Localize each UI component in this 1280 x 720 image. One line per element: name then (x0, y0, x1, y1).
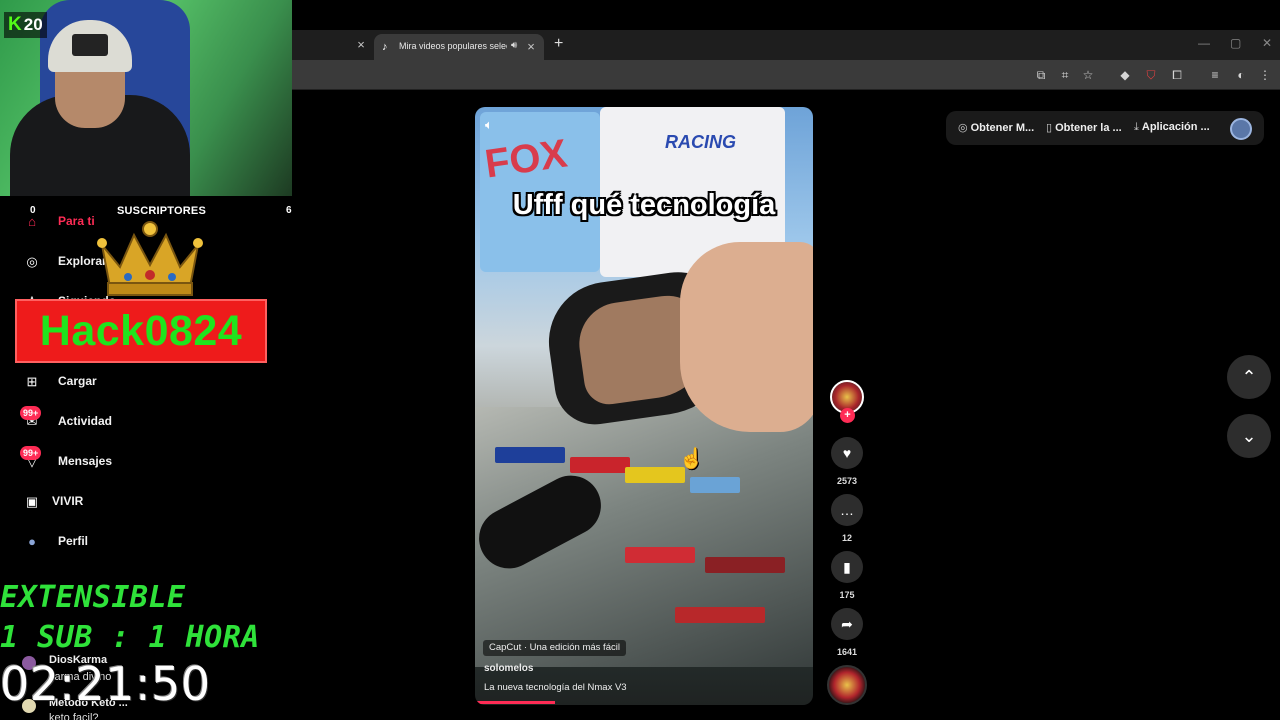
desktop-app-button[interactable]: ⤓ Aplicación ... (1134, 121, 1210, 134)
comment-count: 12 (841, 533, 852, 543)
notification-badge: 99+ (20, 446, 42, 460)
chat-message-text: keto facil? (49, 712, 99, 720)
effect-tag[interactable]: CapCut · Una edición más fácil (483, 640, 626, 656)
coin-icon: ◎ (958, 122, 968, 134)
video-caption-overlay: Ufff qué tecnología (512, 189, 776, 221)
sidebar-item-label: Perfil (58, 534, 89, 548)
previous-video-button[interactable]: ⌃ (1227, 355, 1271, 399)
comment-button[interactable]: … (831, 494, 863, 526)
sidebar-item-label: VIVIR (52, 494, 84, 508)
top-actions-bar: ◎ Obtener M... ▯ Obtener la ... ⤓ Aplicació… (946, 111, 1264, 145)
chevron-up-icon: ⌃ (1241, 367, 1257, 387)
next-video-button[interactable]: ⌄ (1227, 414, 1271, 458)
webcam-feed: K 20 (0, 0, 292, 196)
browser-tab-bar: × ♪ Mira videos populares selec 🔊︎ × + —… (292, 30, 1280, 60)
tab-tiktok[interactable]: ♪ Mira videos populares selec 🔊︎ × (374, 34, 544, 60)
like-button[interactable]: ♥ (831, 437, 863, 469)
upload-icon: ⊞ (26, 374, 38, 389)
shelf-product (675, 607, 765, 623)
avatar-icon: ● (28, 534, 36, 549)
address-bar: ⧉ ⌗ ☆ ◆ ⛉ ⧠ ≡ ◐ ⋮ (292, 60, 1280, 90)
kick-logo-icon: K (8, 14, 22, 35)
music-disc[interactable] (827, 665, 867, 705)
profile-avatar[interactable] (1230, 118, 1252, 140)
heart-icon: ♥ (842, 445, 852, 461)
tab-close-icon[interactable]: × (354, 38, 368, 52)
shelf-product (705, 557, 785, 573)
viewer-count: 20 (23, 15, 43, 34)
desktop-app-label: Aplicación ... (1141, 121, 1210, 133)
video-author[interactable]: solomelos (484, 663, 533, 674)
promo-line-2: 1 SUB : 1 HORA (0, 620, 260, 655)
maximize-icon[interactable]: ▢ (1230, 36, 1241, 50)
comment-icon: … (840, 502, 854, 518)
get-app-button[interactable]: ▯ Obtener la ... (1046, 121, 1122, 134)
translate-icon[interactable]: ⌗ (1058, 68, 1072, 82)
notification-badge: 99+ (20, 406, 42, 420)
profile-icon[interactable]: ◐ (1234, 68, 1248, 82)
phone-icon: ▯ (1046, 122, 1053, 134)
bookmark-icon: ▮ (843, 559, 851, 575)
media-control-icon[interactable]: ≡ (1208, 68, 1222, 82)
tiktok-favicon-icon: ♪ (382, 41, 388, 53)
crown-icon (97, 221, 203, 296)
get-coins-label: Obtener M... (970, 122, 1035, 134)
tab-title: Mira videos populares selec (399, 41, 507, 51)
share-icon: ➦ (841, 616, 853, 632)
shelf-product (690, 477, 740, 493)
save-button[interactable]: ▮ (831, 551, 863, 583)
minimize-icon[interactable]: — (1198, 36, 1210, 50)
video-player[interactable]: FOX RACING 🔈︎ Ufff qué tecnología CapCut… (475, 107, 813, 705)
video-description: La nueva tecnología del Nmax V3 (484, 682, 627, 693)
compass-icon: ◎ (26, 254, 38, 269)
menu-icon[interactable]: ⋮ (1258, 68, 1272, 82)
share-button[interactable]: ➦ (831, 608, 863, 640)
puzzle-icon[interactable]: ⧠ (1170, 68, 1184, 82)
subathon-timer: 02:21:50 (0, 657, 211, 711)
speaker-icon[interactable]: 🔊︎ (511, 40, 517, 51)
live-icon: ▣ (25, 494, 39, 509)
tab-previous[interactable]: × (292, 30, 370, 60)
save-count: 175 (839, 590, 855, 600)
cap-patch (72, 34, 108, 56)
streamer-name-banner: Hack0824 (15, 299, 267, 363)
hand-cursor-icon: ☝ (679, 448, 704, 470)
video-scene-hand (680, 242, 813, 432)
download-icon: ⤓ (1134, 121, 1139, 133)
extension-icon[interactable]: ◆ (1118, 68, 1132, 82)
new-tab-button[interactable]: + (554, 36, 563, 52)
sub-goal-start: 0 (30, 205, 36, 216)
share-count: 1641 (836, 647, 858, 657)
sidebar-item-label: Cargar (58, 374, 97, 388)
bookmark-star-icon[interactable]: ☆ (1081, 68, 1095, 82)
follow-button[interactable]: + (840, 408, 855, 423)
window-close-icon[interactable]: ✕ (1262, 36, 1272, 50)
sidebar-item-label: Mensajes (58, 454, 113, 468)
volume-icon[interactable]: 🔈︎ (485, 117, 493, 133)
promo-line-1: EXTENSIBLE (0, 580, 186, 615)
install-app-icon[interactable]: ⧉ (1034, 68, 1048, 82)
get-app-label: Obtener la ... (1055, 122, 1122, 134)
like-count: 2573 (836, 476, 858, 486)
shelf-product (625, 547, 695, 563)
shelf-product (570, 457, 630, 473)
sidebar-item-label: Actividad (58, 414, 113, 428)
video-progress-bar[interactable] (475, 701, 555, 704)
chevron-down-icon: ⌄ (1241, 426, 1257, 446)
tab-close-icon[interactable]: × (524, 40, 538, 54)
shelf-product (495, 447, 565, 463)
sub-goal-end: 6 (286, 205, 292, 216)
shirt-print: RACING (665, 132, 736, 152)
kick-viewer-badge: K 20 (4, 12, 47, 38)
shelf-product (625, 467, 685, 483)
shield-icon[interactable]: ⛉ (1144, 68, 1158, 82)
get-coins-button[interactable]: ◎ Obtener M... (958, 121, 1034, 134)
